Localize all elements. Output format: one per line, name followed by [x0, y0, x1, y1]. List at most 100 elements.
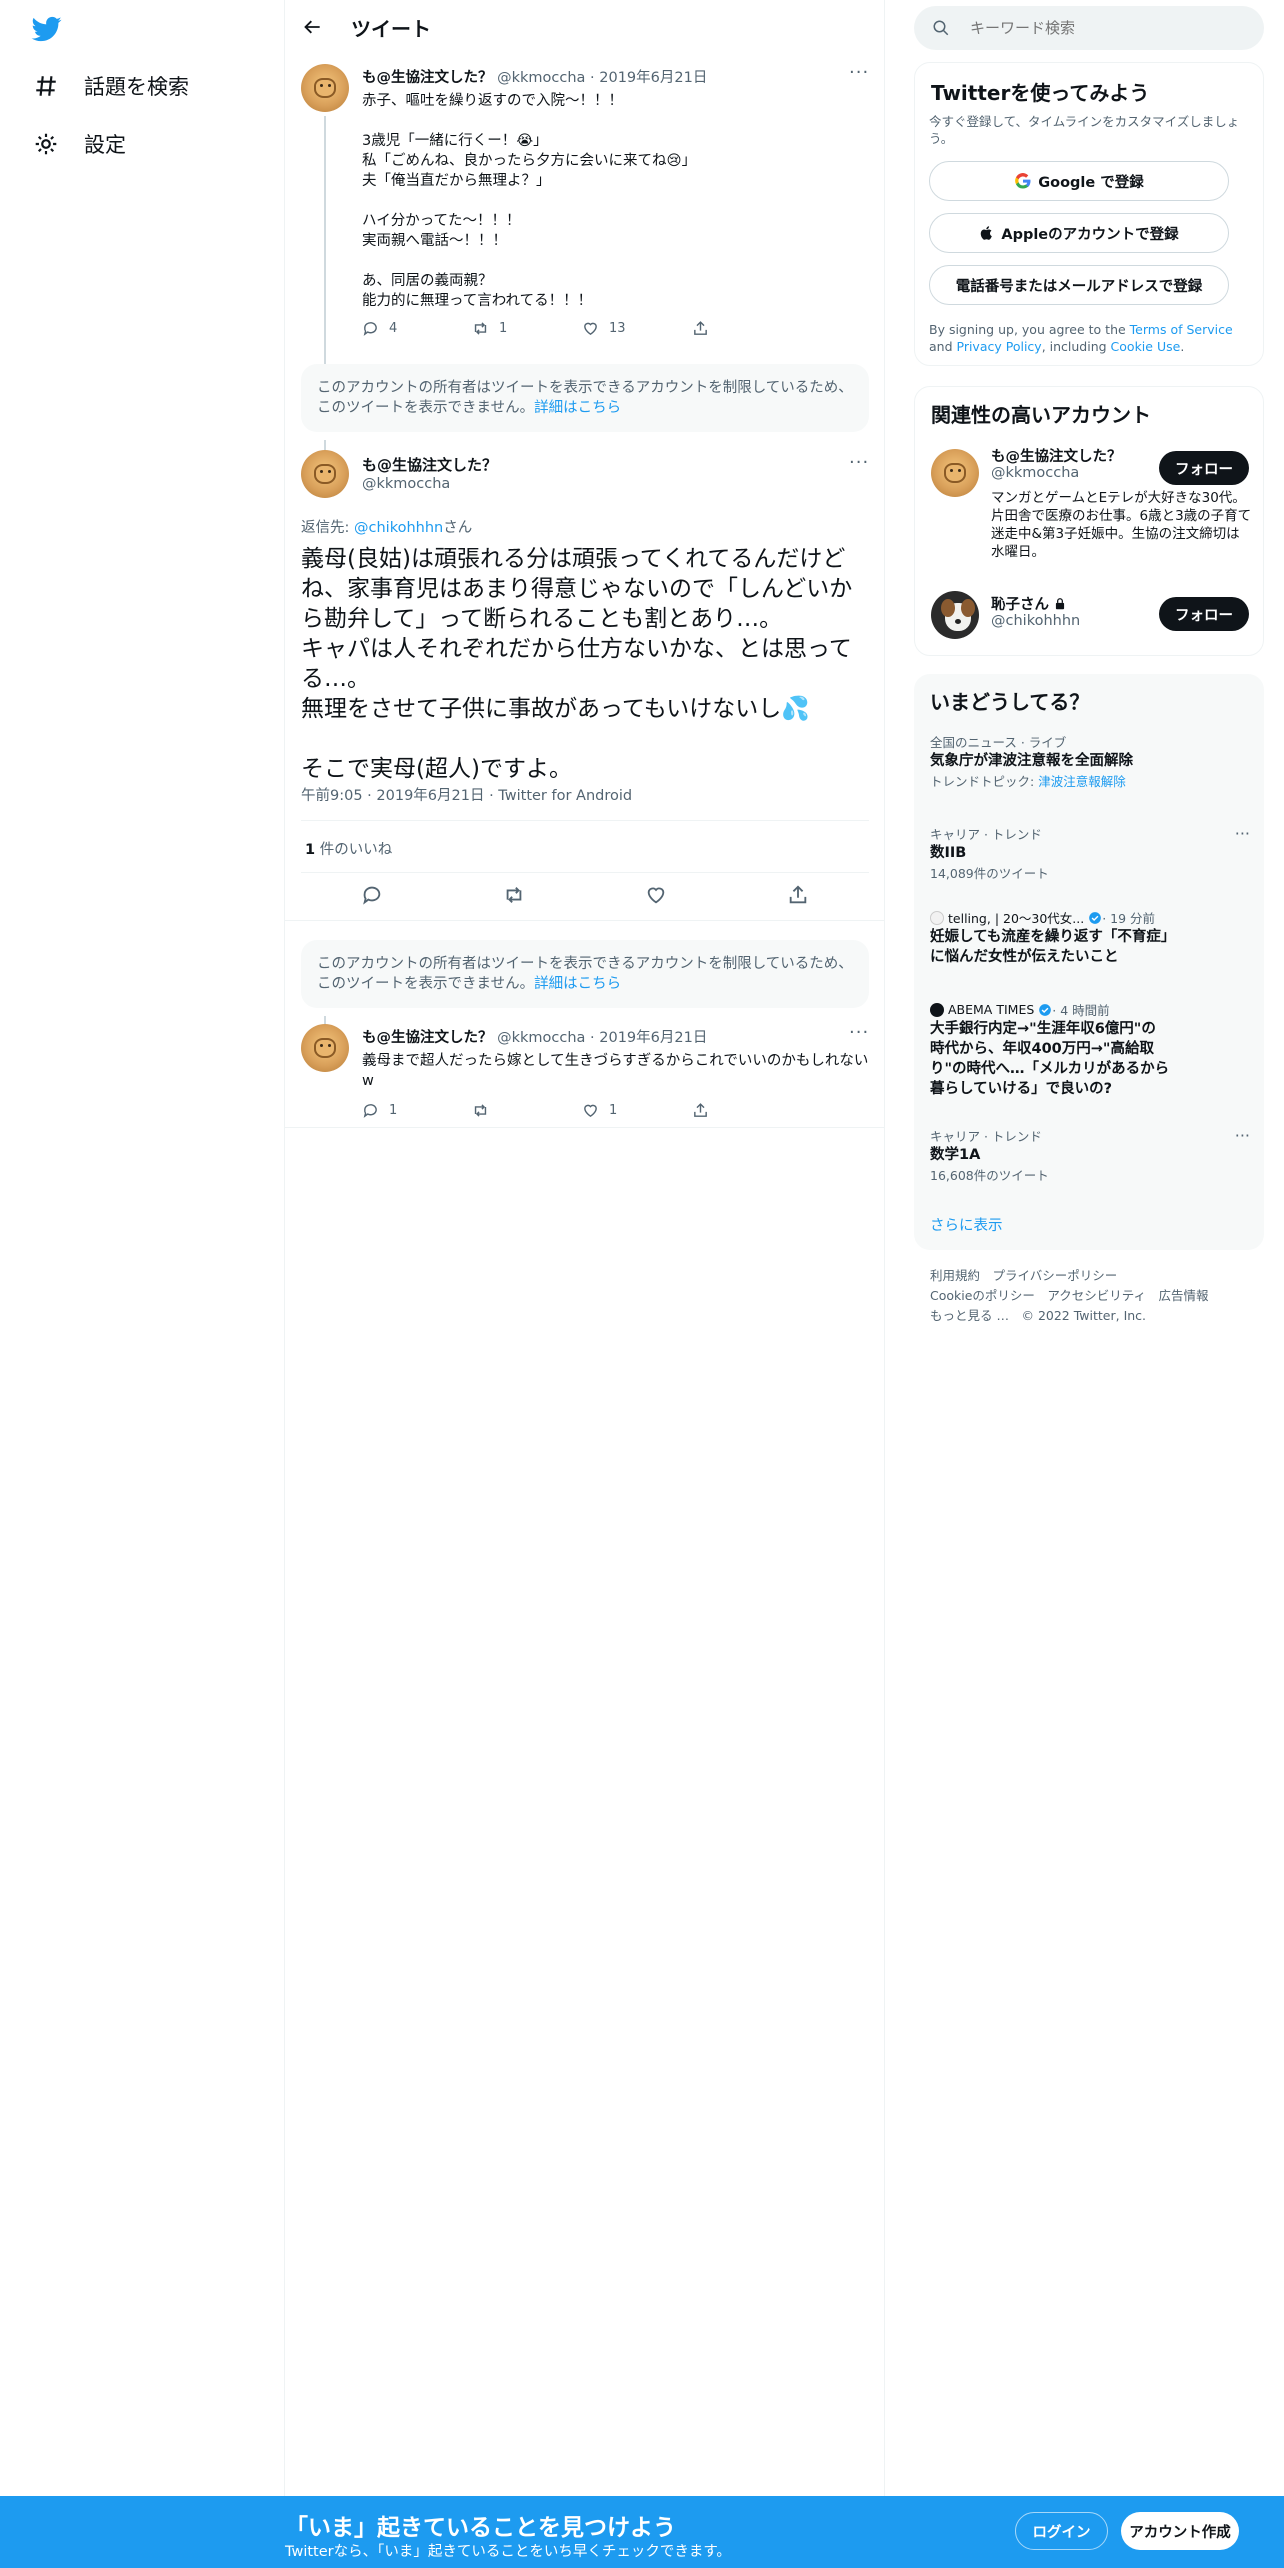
terms-link[interactable]: Terms of Service	[1130, 322, 1233, 337]
account-name-wrap[interactable]: 恥子さん	[991, 593, 1067, 614]
more-icon[interactable]: ···	[849, 454, 869, 474]
reply-button[interactable]: 4	[362, 318, 472, 338]
share-button[interactable]	[692, 1100, 802, 1120]
gear-icon	[30, 128, 62, 160]
footer-line[interactable]: もっと見る … © 2022 Twitter, Inc.	[930, 1306, 1209, 1326]
show-more-link[interactable]: さらに表示	[930, 1214, 1003, 1235]
tweet-date[interactable]: 2019年6月21日	[599, 1030, 707, 1046]
terms-text: By signing up, you agree to the Terms of…	[929, 321, 1251, 355]
trend-item[interactable]: ABEMA TIMES · 4 時間前 大手銀行内定→"生涯年収6億円"の時代か…	[930, 1000, 1250, 1099]
more-icon[interactable]: ···	[1235, 1126, 1250, 1145]
signup-subtitle: 今すぐ登録して、タイムラインをカスタマイズしましょう。	[929, 114, 1240, 146]
nav-settings[interactable]: 設定	[30, 124, 126, 164]
tweet-meta[interactable]: 午前9:05 · 2019年6月21日 · Twitter for Androi…	[301, 784, 632, 805]
page: 話題を検索 設定 ツイート も@生協注文した？ @kkmoccha · 2019…	[0, 0, 1284, 2568]
login-button[interactable]: ログイン	[1015, 2512, 1108, 2550]
google-signup-button[interactable]: Google で登録	[929, 161, 1229, 201]
restricted-notice: このアカウントの所有者はツイートを表示できるアカウントを制限しているため、このツ…	[301, 364, 869, 432]
avatar[interactable]	[301, 450, 349, 498]
divider	[285, 920, 885, 921]
verified-badge-icon	[1089, 911, 1102, 924]
reply-button[interactable]: 1	[362, 1100, 472, 1120]
account-handle[interactable]: @chikohhhn	[991, 613, 1080, 629]
divider	[301, 872, 869, 873]
tweet-author-line: も@生協注文した？ @kkmoccha · 2019年6月21日	[362, 70, 708, 86]
trend-source: telling, | 20～30代女...	[948, 911, 1085, 926]
trend-title: 大手銀行内定→"生涯年収6億円"の時代から、年収400万円→"高給取り"の時代へ…	[930, 1021, 1170, 1097]
follow-button[interactable]: フォロー	[1159, 451, 1249, 485]
like-count: 1	[609, 1102, 618, 1118]
account-name[interactable]: も@生協注文した？	[991, 445, 1122, 466]
privacy-link[interactable]: Privacy Policy	[957, 339, 1042, 354]
avatar[interactable]	[301, 1024, 349, 1072]
footer-line[interactable]: 利用規約 プライバシーポリシー	[930, 1266, 1209, 1286]
terms-prefix: By signing up, you agree to the	[929, 322, 1130, 337]
like-count: 13	[609, 320, 626, 336]
retweet-icon[interactable]	[503, 884, 525, 906]
follow-button[interactable]: フォロー	[1159, 597, 1249, 631]
trends-title: いまどうしてる？	[930, 690, 1090, 714]
page-title: ツイート	[351, 16, 431, 41]
avatar[interactable]	[301, 64, 349, 112]
more-icon[interactable]: ···	[849, 64, 869, 84]
reply-icon[interactable]	[361, 884, 383, 906]
retweet-button[interactable]: 1	[472, 318, 582, 338]
reply-icon	[363, 321, 377, 336]
heart-icon[interactable]	[645, 884, 667, 906]
retweet-button[interactable]	[472, 1100, 582, 1120]
tweet-author-line: も@生協注文した？ @kkmoccha · 2019年6月21日	[362, 1030, 708, 1046]
lock-icon	[1055, 597, 1065, 609]
apple-signup-button[interactable]: Appleのアカウントで登録	[929, 213, 1229, 253]
related-account-row[interactable]: も@生協注文した？ @kkmoccha フォロー マンガとゲームとEテレが大好き…	[915, 443, 1265, 563]
search-input[interactable]	[970, 19, 1230, 37]
tweet-parent[interactable]: も@生協注文した？ @kkmoccha · 2019年6月21日 赤子、嘔吐を繰…	[285, 64, 885, 416]
source-logo-icon	[930, 910, 944, 925]
share-icon[interactable]	[787, 884, 809, 906]
tweet-reply[interactable]: も@生協注文した？ @kkmoccha · 2019年6月21日 義母まで超人だ…	[285, 1016, 885, 1128]
author-handle[interactable]: @kkmoccha	[497, 1030, 585, 1046]
likes-summary[interactable]: 1 件のいいね	[305, 838, 392, 859]
footer-line[interactable]: Cookieのポリシー アクセシビリティ 広告情報	[930, 1286, 1209, 1306]
reply-suffix: さん	[443, 520, 473, 536]
trend-count: 14,089件のツイート	[930, 866, 1049, 881]
google-signup-label: Google で登録	[1038, 174, 1144, 191]
more-icon[interactable]: ···	[849, 1024, 869, 1044]
trend-meta: キャリア · トレンド	[930, 1129, 1042, 1144]
trend-item[interactable]: キャリア · トレンド 数IIB 14,089件のツイート ···	[930, 824, 1250, 882]
trend-item[interactable]: キャリア · トレンド 数学1A 16,608件のツイート ···	[930, 1126, 1250, 1184]
reply-to-link[interactable]: @chikohhhn	[354, 520, 443, 536]
learn-more-link[interactable]: 詳細はこちら	[534, 400, 621, 416]
nav-explore[interactable]: 話題を検索	[30, 66, 189, 106]
create-account-button[interactable]: アカウント作成	[1121, 2512, 1239, 2550]
related-account-row[interactable]: 恥子さん @chikohhhn フォロー	[915, 591, 1265, 651]
phone-signup-button[interactable]: 電話番号またはメールアドレスで登録	[929, 265, 1229, 305]
trend-topic-link[interactable]: 津波注意報解除	[1038, 774, 1126, 789]
avatar[interactable]	[931, 591, 979, 639]
like-button[interactable]: 1	[582, 1100, 692, 1120]
reply-to-line: 返信先: @chikohhhnさん	[301, 516, 472, 537]
author-name[interactable]: も@生協注文した？	[362, 70, 493, 86]
back-button[interactable]	[295, 9, 331, 45]
main-header: ツイート	[285, 0, 885, 54]
cookie-link[interactable]: Cookie Use	[1111, 339, 1181, 354]
arrow-left-icon	[304, 20, 320, 34]
trend-item[interactable]: telling, | 20～30代女... · 19 分前 妊娠しても流産を繰り…	[930, 908, 1250, 967]
avatar[interactable]	[931, 449, 979, 497]
like-button[interactable]: 13	[582, 318, 692, 338]
tweet-text: 義母まで超人だったら嫁として生きづらすぎるからこれでいいのかもしれないw	[362, 1053, 869, 1089]
account-handle[interactable]: @kkmoccha	[991, 465, 1079, 481]
trend-meta: 全国のニュース · ライブ	[930, 735, 1067, 750]
author-handle[interactable]: @kkmoccha	[362, 476, 450, 492]
tweet-date[interactable]: 2019年6月21日	[599, 70, 707, 86]
author-name[interactable]: も@生協注文した？	[362, 454, 497, 475]
search-box[interactable]	[914, 6, 1264, 50]
author-name[interactable]: も@生協注文した？	[362, 1030, 493, 1046]
more-icon[interactable]: ···	[1235, 824, 1250, 843]
share-button[interactable]	[692, 318, 802, 338]
author-handle[interactable]: @kkmoccha	[497, 70, 585, 86]
thread-line	[324, 1016, 326, 1024]
trend-meta: telling, | 20～30代女... · 19 分前	[930, 908, 1250, 927]
learn-more-link[interactable]: 詳細はこちら	[534, 976, 621, 992]
twitter-logo-icon[interactable]	[30, 14, 64, 44]
trend-item[interactable]: 全国のニュース · ライブ 気象庁が津波注意報を全面解除 トレンドトピック: 津…	[930, 732, 1250, 790]
